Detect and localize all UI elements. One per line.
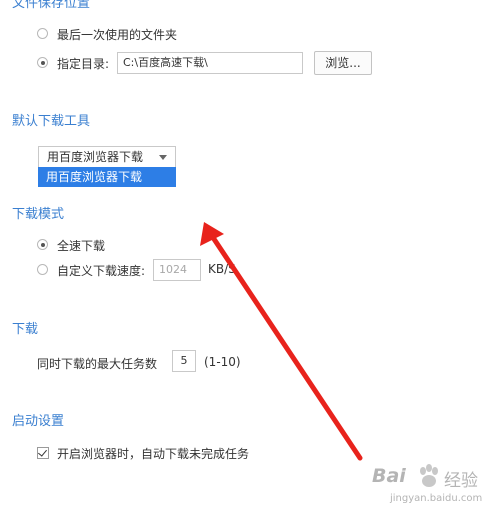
arrow-shaft <box>209 233 363 461</box>
watermark-brand: Bai <box>372 465 406 487</box>
baidu-jingyan-watermark: Bai 经验 jingyan.baidu.com <box>368 463 498 513</box>
red-arrow-annotation <box>200 222 363 461</box>
paw-icon <box>420 464 438 487</box>
watermark-brand-suffix: 经验 <box>444 471 478 491</box>
watermark-url: jingyan.baidu.com <box>390 493 483 504</box>
arrow-head-icon <box>200 222 224 246</box>
